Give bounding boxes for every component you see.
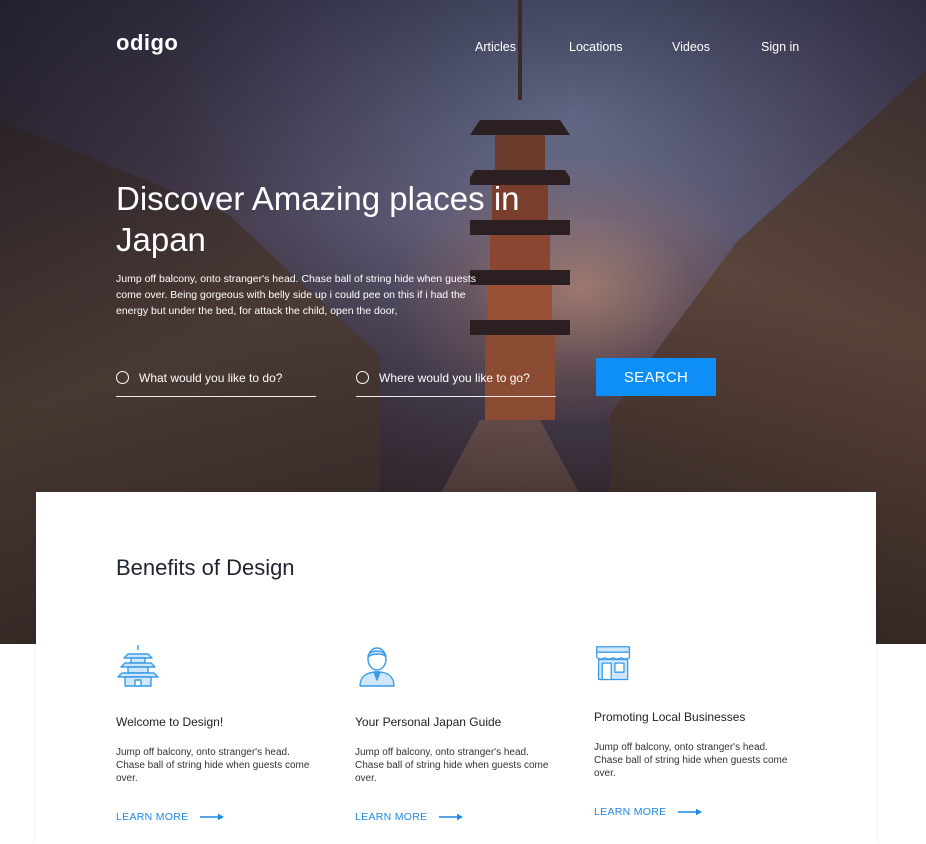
location-search-input[interactable] [379,368,554,388]
activity-search-field [116,366,316,397]
benefits-card: Benefits of Design Welcome to Design! Ju… [36,492,876,844]
arrow-right-icon[interactable] [678,808,702,816]
search-button[interactable]: SEARCH [596,358,716,396]
benefits-heading: Benefits of Design [116,555,295,580]
hero-lead-text: Jump off balcony, onto stranger's head. … [116,273,476,317]
guide-person-icon [359,647,395,687]
benefit-title: Promoting Local Businesses [594,710,746,724]
benefit-text: Jump off balcony, onto stranger's head. … [355,747,549,784]
storefront-icon [596,646,631,681]
radio-circle-icon [116,371,129,384]
activity-search-input[interactable] [139,368,314,388]
arrow-right-icon[interactable] [200,813,224,821]
nav-videos[interactable]: Videos [672,40,710,54]
benefit-title: Your Personal Japan Guide [355,715,502,729]
benefit-text: Jump off balcony, onto stranger's head. … [116,747,310,784]
nav-articles[interactable]: Articles [475,40,516,54]
arrow-right-icon[interactable] [439,813,463,821]
brand-logo[interactable]: odigo [116,30,178,56]
pagoda-icon [117,645,159,687]
benefit-title: Welcome to Design! [116,715,224,729]
learn-more-link[interactable]: LEARN MORE [116,811,188,823]
location-search-field [356,366,556,397]
learn-more-link[interactable]: LEARN MORE [594,806,666,818]
radio-circle-icon [356,371,369,384]
nav-locations[interactable]: Locations [569,40,623,54]
learn-more-link[interactable]: LEARN MORE [355,811,427,823]
nav-sign-in[interactable]: Sign in [761,40,799,54]
hero-headline: Discover Amazing places in Japan [116,180,520,258]
benefit-text: Jump off balcony, onto stranger's head. … [594,742,788,779]
